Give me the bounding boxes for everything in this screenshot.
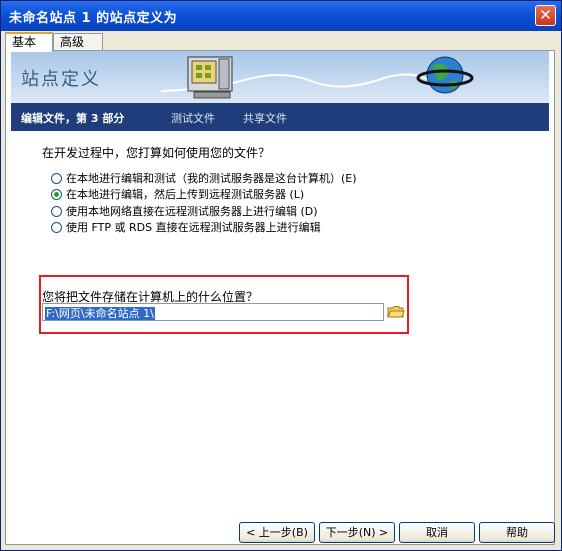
next-button[interactable]: 下一步(N) > xyxy=(319,522,395,543)
banner-graphic xyxy=(160,56,474,99)
title-bar[interactable]: 未命名站点 1 的站点定义为 ✕ xyxy=(1,1,561,31)
wizard-steps-bar: 编辑文件，第 3 部分 测试文件 共享文件 xyxy=(11,103,549,131)
radio-button[interactable] xyxy=(51,172,62,184)
computer-icon xyxy=(187,56,233,99)
usage-question: 在开发过程中，您打算如何使用您的文件？ xyxy=(42,146,271,160)
header-banner: 站点定义 xyxy=(11,51,549,103)
close-button[interactable]: ✕ xyxy=(535,5,556,26)
site-definition-window: 未命名站点 1 的站点定义为 ✕ 基本 高级 站点定义 编辑文件，第 3 部分 … xyxy=(0,0,562,551)
option-label: 在本地进行编辑和测试（我的测试服务器是这台计算机）(E) xyxy=(66,172,357,185)
tab-advanced-label: 高级 xyxy=(60,35,85,49)
step-test-files: 测试文件 xyxy=(171,112,215,125)
globe-icon xyxy=(416,56,474,94)
option-network-edit[interactable]: 使用本地网络直接在远程测试服务器上进行编辑 (D) xyxy=(51,203,318,219)
option-local-edit-test[interactable]: 在本地进行编辑和测试（我的测试服务器是这台计算机）(E) xyxy=(51,170,357,186)
back-button[interactable]: < 上一步(B) xyxy=(239,522,315,543)
radio-button-checked[interactable] xyxy=(51,188,62,200)
option-label: 使用 FTP 或 RDS 直接在远程测试服务器上进行编辑 xyxy=(66,221,321,234)
local-folder-value: F:\网页\未命名站点 1\ xyxy=(45,307,155,320)
tab-basic-label: 基本 xyxy=(12,35,37,49)
tab-basic[interactable]: 基本 xyxy=(5,32,53,52)
tab-advanced[interactable]: 高级 xyxy=(53,33,103,51)
cancel-button[interactable]: 取消 xyxy=(399,522,475,543)
browse-folder-button[interactable] xyxy=(387,304,405,320)
option-ftp-rds-edit[interactable]: 使用 FTP 或 RDS 直接在远程测试服务器上进行编辑 xyxy=(51,219,321,235)
folder-icon xyxy=(387,306,405,318)
option-label: 使用本地网络直接在远程测试服务器上进行编辑 (D) xyxy=(66,205,318,218)
close-icon: ✕ xyxy=(539,6,552,24)
option-label: 在本地进行编辑，然后上传到远程测试服务器 (L) xyxy=(66,188,305,201)
radio-button[interactable] xyxy=(51,221,62,233)
radio-button[interactable] xyxy=(51,205,62,217)
window-title: 未命名站点 1 的站点定义为 xyxy=(9,11,178,26)
step-edit-files: 编辑文件，第 3 部分 xyxy=(21,112,125,125)
tab-panel: 站点定义 编辑文件，第 3 部分 测试文件 共享文件 在开发过程中，您打算如何使… xyxy=(5,50,555,545)
help-button[interactable]: 帮助 xyxy=(479,522,555,543)
option-local-edit-upload[interactable]: 在本地进行编辑，然后上传到远程测试服务器 (L) xyxy=(51,186,304,202)
local-folder-input[interactable]: F:\网页\未命名站点 1\ xyxy=(42,303,384,321)
step-share-files: 共享文件 xyxy=(243,112,287,125)
